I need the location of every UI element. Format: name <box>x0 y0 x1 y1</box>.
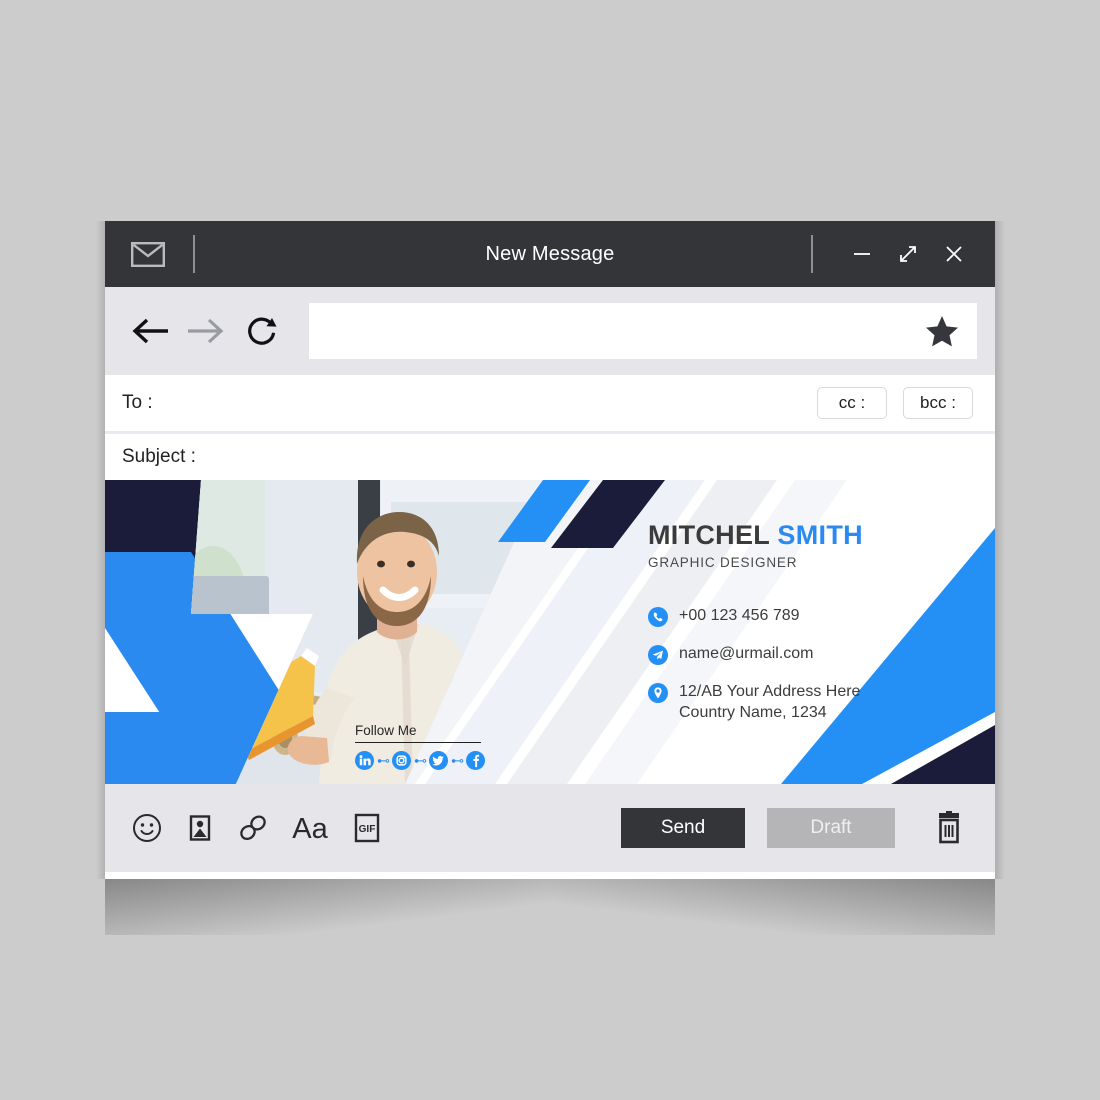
url-input[interactable] <box>309 304 925 358</box>
location-pin-icon <box>648 683 668 703</box>
contact-phone-text: +00 123 456 789 <box>679 607 800 624</box>
send-button[interactable]: Send <box>621 808 745 848</box>
reload-icon[interactable] <box>239 308 285 354</box>
to-field-row: To : cc : bcc : <box>105 375 995 434</box>
cc-button[interactable]: cc : <box>817 387 887 419</box>
follow-me-title: Follow Me <box>355 723 481 743</box>
telegram-icon <box>648 645 668 665</box>
emoji-icon[interactable] <box>126 807 168 849</box>
subject-input[interactable] <box>203 438 975 476</box>
contact-address-line2: Country Name, 1234 <box>679 704 827 722</box>
signature-contacts: +00 123 456 789 name@urmail.com 12/AB Yo… <box>648 605 860 740</box>
compose-toolbar: Aa GIF Send Draft <box>105 784 995 872</box>
signature-last-name: SMITH <box>777 520 863 550</box>
instagram-icon[interactable] <box>392 751 411 770</box>
font-icon[interactable]: Aa <box>285 807 335 849</box>
back-arrow-icon[interactable] <box>127 308 173 354</box>
url-bar[interactable] <box>309 303 977 359</box>
titlebar-divider-right <box>811 235 813 273</box>
svg-text:GIF: GIF <box>359 824 376 835</box>
social-separator-1: ⊷ <box>377 752 390 768</box>
minimize-icon[interactable] <box>843 235 881 273</box>
window-drop-shadow-left <box>105 879 550 935</box>
to-input[interactable] <box>160 382 817 424</box>
facebook-icon[interactable] <box>466 751 485 770</box>
social-icons-row: ⊷ ⊷ ⊷ <box>355 751 485 770</box>
browser-navbar <box>105 287 995 375</box>
titlebar-divider <box>193 235 195 273</box>
signature-name: MITCHEL SMITH <box>648 520 948 551</box>
maximize-icon[interactable] <box>889 235 927 273</box>
social-separator-3: ⊷ <box>451 752 464 768</box>
close-icon[interactable] <box>935 235 973 273</box>
email-signature-banner: MITCHEL SMITH GRAPHIC DESIGNER +00 123 4… <box>105 480 995 784</box>
gif-icon[interactable]: GIF <box>346 807 388 849</box>
subject-field-row: Subject : <box>105 434 995 480</box>
follow-me-block: Follow Me ⊷ ⊷ ⊷ <box>355 723 485 770</box>
social-separator-2: ⊷ <box>414 752 427 768</box>
linkedin-icon[interactable] <box>355 751 374 770</box>
to-label: To : <box>122 392 153 413</box>
contact-email-text: name@urmail.com <box>679 645 814 662</box>
envelope-icon[interactable] <box>131 241 165 267</box>
image-icon[interactable] <box>179 807 221 849</box>
phone-icon <box>648 607 668 627</box>
contact-address-text: 12/AB Your Address Here Country Name, 12… <box>679 681 860 724</box>
bcc-button[interactable]: bcc : <box>903 387 973 419</box>
draft-button[interactable]: Draft <box>767 808 895 848</box>
contact-row-email: name@urmail.com <box>648 643 860 665</box>
window-shadow-right <box>995 221 1005 879</box>
window-titlebar: New Message <box>105 221 995 287</box>
trash-icon[interactable] <box>927 806 971 850</box>
window-drop-shadow-right <box>550 879 995 935</box>
contact-row-phone: +00 123 456 789 <box>648 605 860 627</box>
signature-first-name: MITCHEL <box>648 520 770 550</box>
subject-label: Subject : <box>122 446 196 467</box>
email-compose-window: New Message To: cc: bcc: Subject: MI… <box>105 221 995 879</box>
signature-role: GRAPHIC DESIGNER <box>648 555 798 570</box>
twitter-icon[interactable] <box>429 751 448 770</box>
signature-identity: MITCHEL SMITH GRAPHIC DESIGNER <box>648 520 948 570</box>
link-icon[interactable] <box>232 807 274 849</box>
forward-arrow-icon[interactable] <box>183 308 229 354</box>
window-controls <box>811 235 995 273</box>
contact-address-line1: 12/AB Your Address Here <box>679 683 861 700</box>
contact-row-address: 12/AB Your Address Here Country Name, 12… <box>648 681 860 724</box>
star-icon[interactable] <box>925 315 959 348</box>
svg-text:Aa: Aa <box>292 813 328 844</box>
